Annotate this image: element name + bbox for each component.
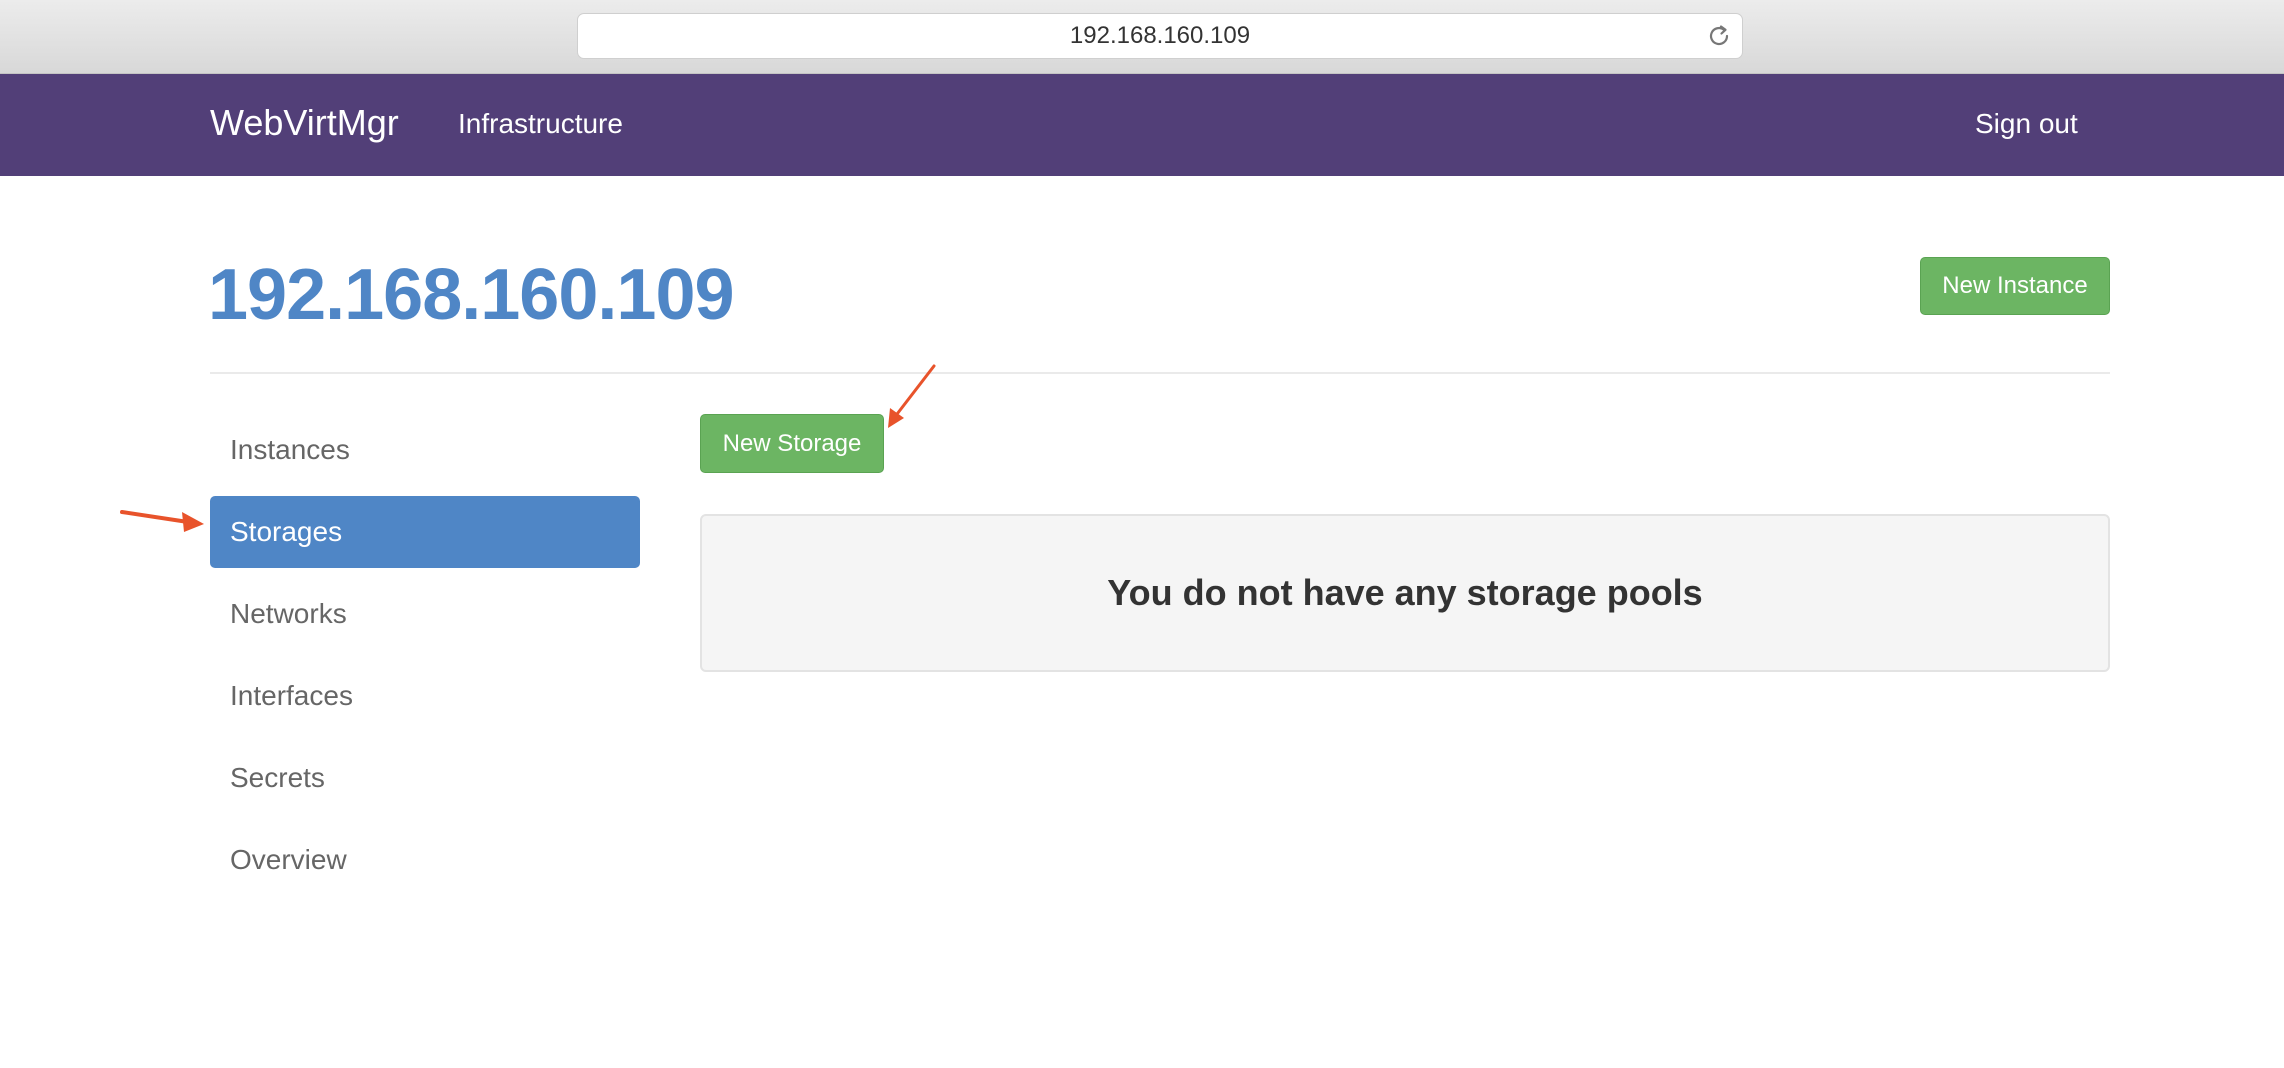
sidebar-item-instances[interactable]: Instances — [210, 414, 640, 486]
reload-icon[interactable] — [1706, 23, 1732, 49]
new-storage-button[interactable]: New Storage — [700, 414, 884, 473]
sidebar-item-overview[interactable]: Overview — [210, 824, 640, 896]
sidebar-item-secrets[interactable]: Secrets — [210, 742, 640, 814]
sidebar-item-interfaces[interactable]: Interfaces — [210, 660, 640, 732]
header-divider — [210, 372, 2110, 374]
empty-storage-message: You do not have any storage pools — [700, 514, 2110, 672]
address-text: 192.168.160.109 — [1069, 22, 1251, 49]
annotation-arrow-sidebar-icon — [120, 510, 204, 532]
sign-out-link[interactable]: Sign out — [1975, 108, 2078, 140]
sidebar-item-networks[interactable]: Networks — [210, 578, 640, 650]
page-title: 192.168.160.109 — [208, 255, 735, 335]
nav-infrastructure[interactable]: Infrastructure — [458, 108, 623, 140]
annotation-arrow-button-icon — [888, 364, 936, 428]
address-bar[interactable]: 192.168.160.109 — [577, 13, 1743, 59]
browser-toolbar: 192.168.160.109 — [0, 0, 2284, 74]
top-navbar: WebVirtMgr Infrastructure Sign out — [0, 74, 2284, 176]
new-instance-button[interactable]: New Instance — [1920, 257, 2110, 315]
sidebar-item-storages[interactable]: Storages — [210, 496, 640, 568]
brand-link[interactable]: WebVirtMgr — [210, 102, 399, 144]
